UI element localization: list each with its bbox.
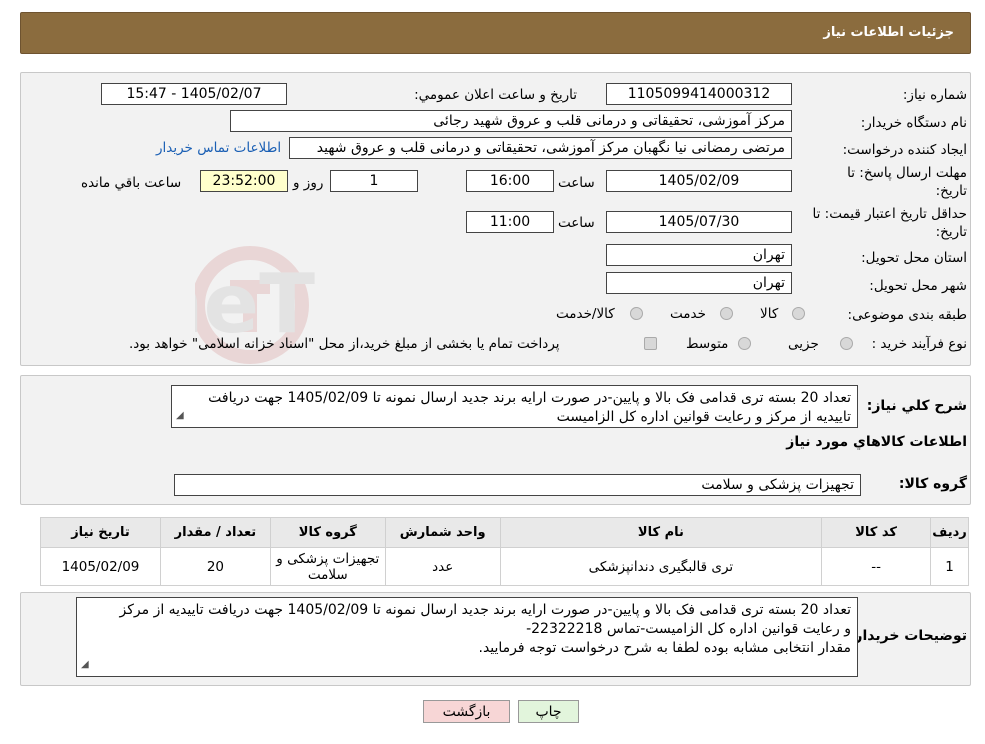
payment-checkbox[interactable] bbox=[644, 337, 657, 350]
resize-grip-icon[interactable]: ◢ bbox=[176, 406, 184, 425]
need-number-field: 1105099414000312 bbox=[606, 83, 792, 105]
process-type-label: نوع فرآیند خرید : bbox=[871, 336, 967, 352]
validity-time-label: ساعت bbox=[558, 215, 595, 231]
cell-need-date: 1405/02/09 bbox=[40, 547, 161, 586]
buyer-org-label: نام دستگاه خریدار: bbox=[860, 115, 967, 131]
col-row-number: ردیف bbox=[930, 517, 969, 548]
page-title: جزئیات اطلاعات نیاز bbox=[823, 25, 954, 40]
back-button[interactable]: بازگشت bbox=[423, 700, 510, 723]
buyer-notes-line-3: مقدار انتخابی مشابه بوده لطفا به شرح درخ… bbox=[478, 640, 852, 656]
process-radio-medium[interactable] bbox=[738, 337, 751, 350]
price-validity-date-field: 1405/07/30 bbox=[606, 211, 792, 233]
deadline-time-label: ساعت bbox=[558, 175, 595, 191]
buyer-notes-label: توضیحات خریدار: bbox=[848, 628, 967, 644]
general-description-field: تعداد 20 بسته تری قدامی فک بالا و پایین-… bbox=[171, 385, 858, 428]
goods-info-heading: اطلاعات کالاهاي مورد نياز bbox=[786, 434, 967, 450]
col-goods-group: گروه کالا bbox=[269, 517, 386, 548]
goods-table-header: ردیف کد کالا نام کالا واحد شمارش گروه کا… bbox=[40, 517, 969, 548]
category-option-goods-service: کالا/خدمت bbox=[556, 306, 615, 322]
goods-group-field: تجهیزات پزشکی و سلامت bbox=[174, 474, 861, 496]
buyer-notes-line-1: تعداد 20 بسته تری قدامی فک بالا و پایین-… bbox=[119, 602, 852, 618]
remaining-days-field: 1 bbox=[330, 170, 418, 192]
remaining-time-label: ساعت باقي مانده bbox=[81, 175, 182, 191]
buyer-notes-line-2: و رعایت قوانین اداره کل الزامیست-تماس 22… bbox=[526, 621, 851, 637]
cell-unit: عدد bbox=[384, 547, 501, 586]
cell-goods-code: -- bbox=[821, 547, 932, 586]
need-number-label: شماره نیاز: bbox=[902, 87, 967, 103]
table-row: 1 -- تری قالبگیری دندانپزشکی عدد تجهیزات… bbox=[40, 547, 969, 586]
price-validity-label-2: تاریخ: bbox=[935, 224, 967, 240]
goods-group-label: گروه کالا: bbox=[898, 476, 967, 492]
price-validity-label: حداقل تاریخ اعتبار قیمت: تا bbox=[812, 206, 967, 222]
col-unit: واحد شمارش bbox=[384, 517, 501, 548]
col-quantity: تعداد / مقدار bbox=[159, 517, 271, 548]
deadline-label: مهلت ارسال پاسخ: تا bbox=[847, 165, 967, 181]
cell-goods-name: تری قالبگیری دندانپزشکی bbox=[499, 547, 823, 586]
buyer-org-field: مرکز آموزشی، تحقیقاتی و درمانی قلب و عرو… bbox=[230, 110, 792, 132]
category-radio-service[interactable] bbox=[720, 307, 733, 320]
deadline-date-field: 1405/02/09 bbox=[606, 170, 792, 192]
cell-row-number: 1 bbox=[930, 547, 969, 586]
col-goods-code: کد کالا bbox=[821, 517, 932, 548]
print-button[interactable]: چاپ bbox=[518, 700, 579, 723]
category-option-service: خدمت bbox=[670, 306, 706, 322]
category-option-goods: کالا bbox=[760, 306, 779, 322]
process-option-medium: متوسط bbox=[686, 336, 729, 352]
col-goods-name: نام کالا bbox=[499, 517, 823, 548]
deadline-label-2: تاریخ: bbox=[935, 183, 967, 199]
col-need-date: تاریخ نیاز bbox=[40, 517, 161, 548]
price-validity-time-field: 11:00 bbox=[466, 211, 554, 233]
process-option-minor: جزیی bbox=[788, 336, 819, 352]
days-label: روز و bbox=[293, 175, 324, 191]
resize-grip-icon[interactable]: ◢ bbox=[81, 655, 89, 674]
buyer-notes-field: تعداد 20 بسته تری قدامی فک بالا و پایین-… bbox=[76, 597, 858, 677]
delivery-city-label: شهر محل تحویل: bbox=[869, 278, 967, 294]
general-description-label: شرح کلي نياز: bbox=[866, 398, 967, 414]
announce-datetime-field: 1405/02/07 - 15:47 bbox=[101, 83, 287, 105]
page-header: جزئیات اطلاعات نیاز bbox=[20, 12, 971, 54]
delivery-city-field: تهران bbox=[606, 272, 792, 294]
delivery-province-field: تهران bbox=[606, 244, 792, 266]
general-description-text: تعداد 20 بسته تری قدامی فک بالا و پایین-… bbox=[208, 390, 851, 425]
buyer-contact-link[interactable]: اطلاعات تماس خریدار bbox=[156, 140, 281, 156]
category-radio-goods-service[interactable] bbox=[630, 307, 643, 320]
cell-quantity: 20 bbox=[159, 547, 271, 586]
process-radio-minor[interactable] bbox=[840, 337, 853, 350]
goods-table: ردیف کد کالا نام کالا واحد شمارش گروه کا… bbox=[40, 517, 969, 586]
creator-field: مرتضی رمضانی نیا نگهبان مرکز آموزشی، تحق… bbox=[289, 137, 792, 159]
deadline-time-field: 16:00 bbox=[466, 170, 554, 192]
category-radio-goods[interactable] bbox=[792, 307, 805, 320]
remaining-time-field: 23:52:00 bbox=[200, 170, 288, 192]
cell-goods-group: تجهیزات پزشکی و سلامت bbox=[269, 547, 386, 586]
payment-treasury-note: پرداخت تمام یا بخشی از مبلغ خرید،از محل … bbox=[129, 336, 560, 352]
delivery-province-label: استان محل تحویل: bbox=[861, 250, 967, 266]
creator-label: ایجاد کننده درخواست: bbox=[842, 142, 967, 158]
announce-datetime-label: تاريخ و ساعت اعلان عمومي: bbox=[414, 87, 577, 103]
category-label: طبقه بندی موضوعی: bbox=[847, 307, 967, 323]
